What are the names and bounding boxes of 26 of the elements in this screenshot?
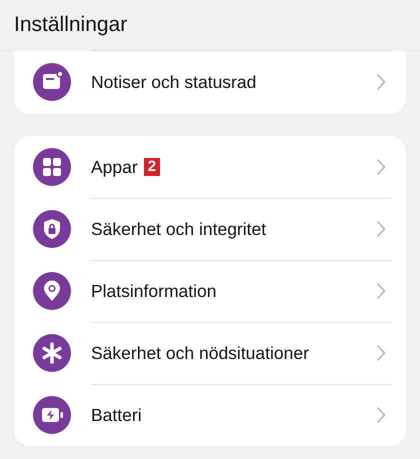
chevron-right-icon <box>376 282 386 300</box>
chevron-right-icon <box>376 73 386 91</box>
row-label: Appar <box>91 156 138 178</box>
chevron-right-icon <box>376 344 386 362</box>
grid-icon <box>33 148 71 186</box>
settings-row[interactable]: Säkerhet och integritet <box>14 198 406 260</box>
row-label: Notiser och statusrad <box>91 72 256 92</box>
shield-lock-icon <box>33 210 71 248</box>
settings-row[interactable]: Appar 2 <box>14 136 406 198</box>
settings-row[interactable]: Säkerhet och nödsituationer <box>14 322 406 384</box>
location-pin-icon <box>33 272 71 310</box>
row-label: Säkerhet och integritet <box>91 218 266 240</box>
row-label: Platsinformation <box>91 280 216 302</box>
settings-row[interactable]: Batteri <box>14 384 406 446</box>
number-badge: 2 <box>144 158 160 176</box>
settings-row[interactable]: Notiser och statusrad <box>14 50 406 114</box>
chevron-right-icon <box>376 158 386 176</box>
battery-icon <box>33 396 71 434</box>
chevron-right-icon <box>376 406 386 424</box>
asterisk-icon <box>33 334 71 372</box>
row-label: Säkerhet och nödsituationer <box>91 342 309 364</box>
settings-row[interactable]: Platsinformation <box>14 260 406 322</box>
notification-icon <box>33 63 71 101</box>
row-label: Batteri <box>91 404 142 426</box>
chevron-right-icon <box>376 220 386 238</box>
page-title: Inställningar <box>14 13 128 37</box>
